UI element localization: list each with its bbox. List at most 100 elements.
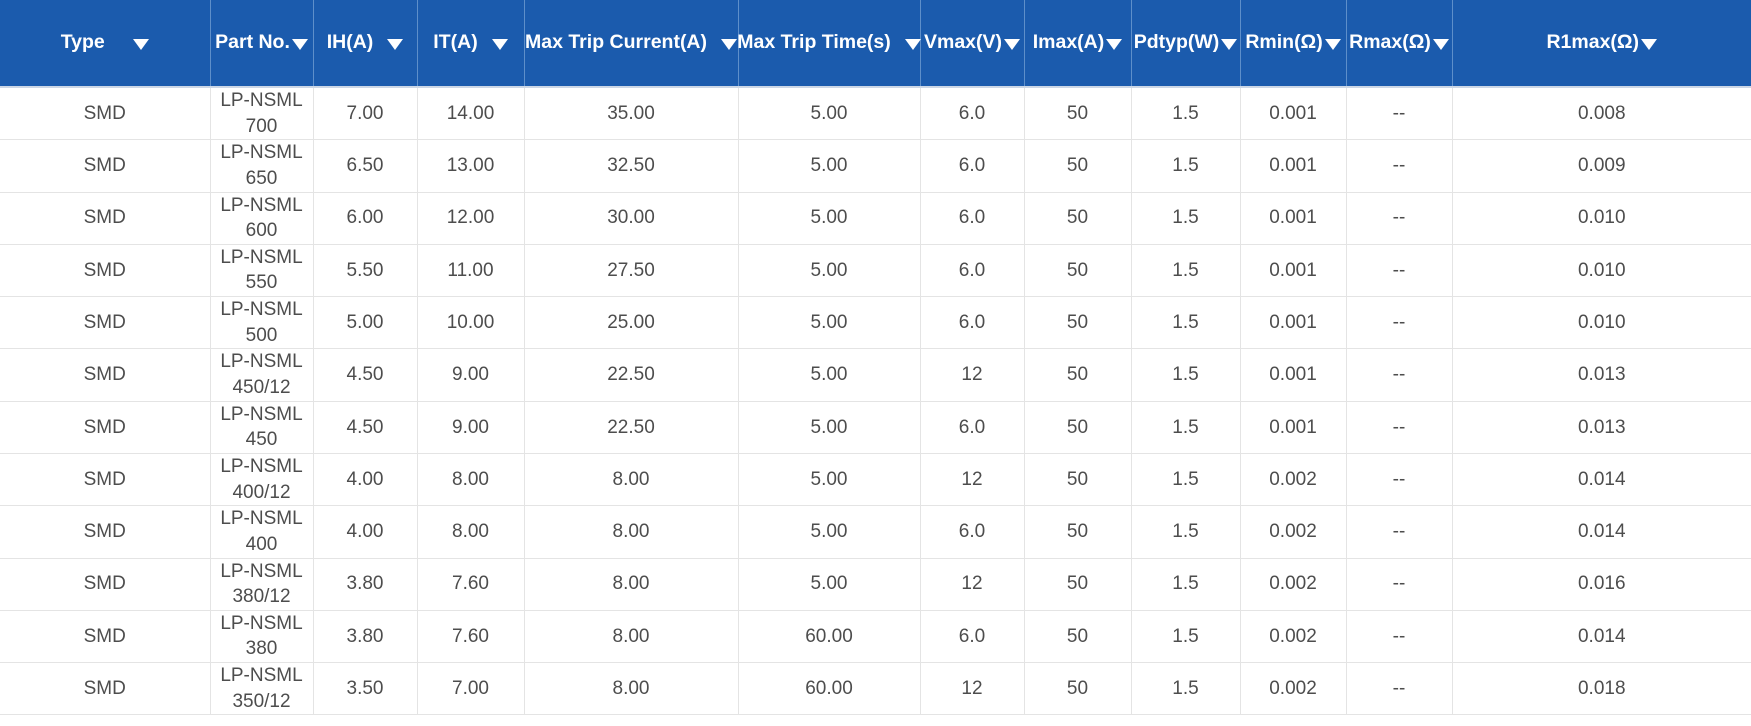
column-header-r1max[interactable]: R1max(Ω) bbox=[1452, 0, 1751, 87]
column-header-max-trip-time[interactable]: Max Trip Time(s) bbox=[738, 0, 920, 87]
column-header-label: Max Trip Current(A) bbox=[525, 32, 707, 53]
cell-it: 8.00 bbox=[417, 506, 524, 558]
table-row[interactable]: SMDLP-NSML350/123.507.008.0060.0012501.5… bbox=[0, 663, 1751, 715]
table-row[interactable]: SMDLP-NSML400/124.008.008.005.0012501.50… bbox=[0, 453, 1751, 505]
chevron-down-icon[interactable] bbox=[1433, 39, 1449, 50]
chevron-down-icon[interactable] bbox=[1325, 39, 1341, 50]
chevron-down-icon[interactable] bbox=[387, 39, 403, 50]
cell-mtc: 8.00 bbox=[524, 506, 738, 558]
table-row[interactable]: SMDLP-NSML6506.5013.0032.505.006.0501.50… bbox=[0, 140, 1751, 192]
cell-it: 9.00 bbox=[417, 401, 524, 453]
column-header-vmax[interactable]: Vmax(V) bbox=[920, 0, 1024, 87]
cell-vmax: 6.0 bbox=[920, 610, 1024, 662]
cell-rmax: -- bbox=[1346, 244, 1452, 296]
cell-rmin: 0.002 bbox=[1240, 558, 1346, 610]
chevron-down-icon[interactable] bbox=[1004, 39, 1020, 50]
cell-part: LP-NSML650 bbox=[210, 140, 313, 192]
cell-r1max: 0.008 bbox=[1452, 87, 1751, 140]
cell-vmax: 6.0 bbox=[920, 244, 1024, 296]
cell-r1max: 0.010 bbox=[1452, 297, 1751, 349]
cell-rmax: -- bbox=[1346, 192, 1452, 244]
column-header-label: Rmin(Ω) bbox=[1245, 32, 1322, 53]
cell-imax: 50 bbox=[1024, 192, 1131, 244]
table-row[interactable]: SMDLP-NSML5505.5011.0027.505.006.0501.50… bbox=[0, 244, 1751, 296]
table-row[interactable]: SMDLP-NSML3803.807.608.0060.006.0501.50.… bbox=[0, 610, 1751, 662]
cell-it: 13.00 bbox=[417, 140, 524, 192]
cell-rmin: 0.001 bbox=[1240, 87, 1346, 140]
table-row[interactable]: SMDLP-NSML380/123.807.608.005.0012501.50… bbox=[0, 558, 1751, 610]
column-header-label: Rmax(Ω) bbox=[1349, 32, 1431, 53]
cell-type: SMD bbox=[0, 192, 210, 244]
cell-mtt: 5.00 bbox=[738, 506, 920, 558]
cell-ih: 5.50 bbox=[313, 244, 417, 296]
table-row[interactable]: SMDLP-NSML7007.0014.0035.005.006.0501.50… bbox=[0, 87, 1751, 140]
cell-r1max: 0.018 bbox=[1452, 663, 1751, 715]
cell-part: LP-NSML350/12 bbox=[210, 663, 313, 715]
chevron-down-icon[interactable] bbox=[292, 39, 308, 50]
column-header-part-no[interactable]: Part No. bbox=[210, 0, 313, 87]
cell-rmin: 0.001 bbox=[1240, 401, 1346, 453]
cell-mtt: 5.00 bbox=[738, 349, 920, 401]
cell-pdtyp: 1.5 bbox=[1131, 663, 1240, 715]
cell-type: SMD bbox=[0, 140, 210, 192]
cell-part: LP-NSML400/12 bbox=[210, 453, 313, 505]
table-row[interactable]: SMDLP-NSML6006.0012.0030.005.006.0501.50… bbox=[0, 192, 1751, 244]
column-header-label: Imax(A) bbox=[1033, 32, 1105, 53]
table-row[interactable]: SMDLP-NSML5005.0010.0025.005.006.0501.50… bbox=[0, 297, 1751, 349]
cell-pdtyp: 1.5 bbox=[1131, 140, 1240, 192]
column-header-label: Max Trip Time(s) bbox=[737, 32, 891, 53]
cell-mtc: 8.00 bbox=[524, 610, 738, 662]
chevron-down-icon[interactable] bbox=[721, 39, 737, 50]
cell-type: SMD bbox=[0, 663, 210, 715]
chevron-down-icon[interactable] bbox=[492, 39, 508, 50]
cell-vmax: 12 bbox=[920, 453, 1024, 505]
chevron-down-icon[interactable] bbox=[1641, 39, 1657, 50]
cell-ih: 4.50 bbox=[313, 401, 417, 453]
cell-vmax: 6.0 bbox=[920, 140, 1024, 192]
header-row: Type Part No. IH(A) bbox=[0, 0, 1751, 87]
cell-mtc: 22.50 bbox=[524, 349, 738, 401]
cell-imax: 50 bbox=[1024, 506, 1131, 558]
cell-type: SMD bbox=[0, 401, 210, 453]
column-header-ih[interactable]: IH(A) bbox=[313, 0, 417, 87]
cell-pdtyp: 1.5 bbox=[1131, 453, 1240, 505]
cell-mtc: 8.00 bbox=[524, 558, 738, 610]
table-row[interactable]: SMDLP-NSML4004.008.008.005.006.0501.50.0… bbox=[0, 506, 1751, 558]
table-row[interactable]: SMDLP-NSML450/124.509.0022.505.0012501.5… bbox=[0, 349, 1751, 401]
cell-mtc: 27.50 bbox=[524, 244, 738, 296]
cell-vmax: 12 bbox=[920, 663, 1024, 715]
cell-pdtyp: 1.5 bbox=[1131, 349, 1240, 401]
column-header-rmin[interactable]: Rmin(Ω) bbox=[1240, 0, 1346, 87]
cell-part: LP-NSML380 bbox=[210, 610, 313, 662]
cell-ih: 4.00 bbox=[313, 506, 417, 558]
column-header-imax[interactable]: Imax(A) bbox=[1024, 0, 1131, 87]
cell-imax: 50 bbox=[1024, 349, 1131, 401]
cell-mtt: 5.00 bbox=[738, 453, 920, 505]
chevron-down-icon[interactable] bbox=[1106, 39, 1122, 50]
chevron-down-icon[interactable] bbox=[1221, 39, 1237, 50]
cell-it: 12.00 bbox=[417, 192, 524, 244]
column-header-max-trip-current[interactable]: Max Trip Current(A) bbox=[524, 0, 738, 87]
column-header-rmax[interactable]: Rmax(Ω) bbox=[1346, 0, 1452, 87]
product-spec-table: Type Part No. IH(A) bbox=[0, 0, 1751, 715]
table-row[interactable]: SMDLP-NSML4504.509.0022.505.006.0501.50.… bbox=[0, 401, 1751, 453]
cell-ih: 3.80 bbox=[313, 558, 417, 610]
cell-rmax: -- bbox=[1346, 506, 1452, 558]
chevron-down-icon[interactable] bbox=[133, 39, 149, 50]
column-header-type[interactable]: Type bbox=[0, 0, 210, 87]
cell-part: LP-NSML600 bbox=[210, 192, 313, 244]
cell-vmax: 6.0 bbox=[920, 192, 1024, 244]
chevron-down-icon[interactable] bbox=[905, 39, 921, 50]
column-header-it[interactable]: IT(A) bbox=[417, 0, 524, 87]
cell-rmax: -- bbox=[1346, 558, 1452, 610]
cell-rmax: -- bbox=[1346, 401, 1452, 453]
cell-mtt: 5.00 bbox=[738, 192, 920, 244]
column-header-pdtyp[interactable]: Pdtyp(W) bbox=[1131, 0, 1240, 87]
cell-vmax: 12 bbox=[920, 558, 1024, 610]
cell-ih: 4.00 bbox=[313, 453, 417, 505]
cell-mtt: 5.00 bbox=[738, 297, 920, 349]
cell-rmax: -- bbox=[1346, 663, 1452, 715]
cell-part: LP-NSML450/12 bbox=[210, 349, 313, 401]
cell-rmin: 0.002 bbox=[1240, 506, 1346, 558]
cell-type: SMD bbox=[0, 558, 210, 610]
